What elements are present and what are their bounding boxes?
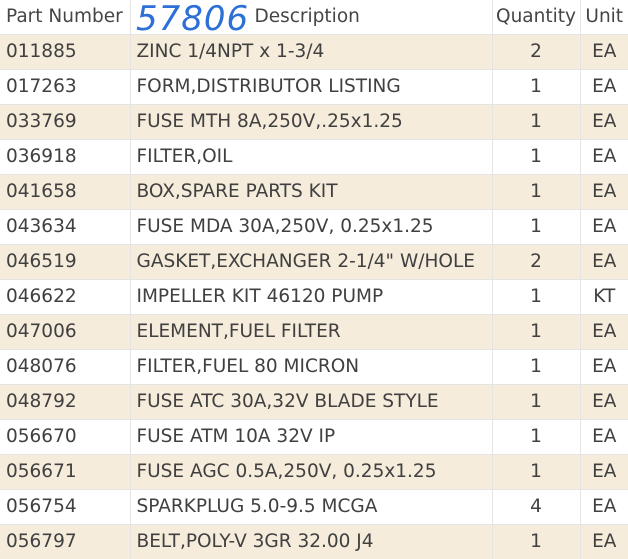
- cell-description: FUSE ATC 30A,32V BLADE STYLE: [130, 385, 492, 420]
- cell-description: SPARKPLUG 5.0-9.5 MCGA: [130, 490, 492, 525]
- cell-quantity: 1: [492, 455, 580, 490]
- cell-part-number: 048792: [0, 385, 130, 420]
- header-part-number: Part Number: [0, 0, 130, 35]
- cell-part-number: 047006: [0, 315, 130, 350]
- cell-unit: EA: [580, 140, 628, 175]
- cell-quantity: 1: [492, 525, 580, 559]
- header-quantity: Quantity: [492, 0, 580, 35]
- header-row: Part Number Description Quantity Unit: [0, 0, 628, 35]
- cell-quantity: 2: [492, 35, 580, 70]
- cell-unit: EA: [580, 315, 628, 350]
- cell-part-number: 033769: [0, 105, 130, 140]
- cell-part-number: 056797: [0, 525, 130, 559]
- cell-description: FUSE ATM 10A 32V IP: [130, 420, 492, 455]
- cell-quantity: 1: [492, 210, 580, 245]
- table-row: 056797BELT,POLY-V 3GR 32.00 J41EA: [0, 525, 628, 559]
- cell-description: BELT,POLY-V 3GR 32.00 J4: [130, 525, 492, 559]
- cell-part-number: 056754: [0, 490, 130, 525]
- cell-unit: EA: [580, 35, 628, 70]
- cell-quantity: 1: [492, 140, 580, 175]
- cell-quantity: 2: [492, 245, 580, 280]
- table-row: 056754SPARKPLUG 5.0-9.5 MCGA4EA: [0, 490, 628, 525]
- cell-unit: EA: [580, 70, 628, 105]
- table-body: 011885ZINC 1/4NPT x 1-3/42EA017263FORM,D…: [0, 35, 628, 559]
- cell-quantity: 1: [492, 315, 580, 350]
- cell-unit: EA: [580, 245, 628, 280]
- cell-quantity: 1: [492, 105, 580, 140]
- cell-quantity: 1: [492, 175, 580, 210]
- cell-description: BOX,SPARE PARTS KIT: [130, 175, 492, 210]
- cell-unit: EA: [580, 210, 628, 245]
- cell-description: FILTER,FUEL 80 MICRON: [130, 350, 492, 385]
- cell-unit: KT: [580, 280, 628, 315]
- cell-part-number: 036918: [0, 140, 130, 175]
- cell-unit: EA: [580, 105, 628, 140]
- table-row: 056671FUSE AGC 0.5A,250V, 0.25x1.251EA: [0, 455, 628, 490]
- table-row: 046519GASKET,EXCHANGER 2-1/4" W/HOLE2EA: [0, 245, 628, 280]
- cell-unit: EA: [580, 350, 628, 385]
- cell-part-number: 056671: [0, 455, 130, 490]
- cell-description: FUSE MDA 30A,250V, 0.25x1.25: [130, 210, 492, 245]
- table-row: 046622IMPELLER KIT 46120 PUMP1KT: [0, 280, 628, 315]
- cell-description: FILTER,OIL: [130, 140, 492, 175]
- table-row: 056670FUSE ATM 10A 32V IP1EA: [0, 420, 628, 455]
- cell-unit: EA: [580, 525, 628, 559]
- cell-description: IMPELLER KIT 46120 PUMP: [130, 280, 492, 315]
- header-description-label: Description: [255, 6, 360, 27]
- header-unit: Unit: [580, 0, 628, 35]
- cell-unit: EA: [580, 490, 628, 525]
- cell-part-number: 043634: [0, 210, 130, 245]
- cell-description: GASKET,EXCHANGER 2-1/4" W/HOLE: [130, 245, 492, 280]
- cell-unit: EA: [580, 175, 628, 210]
- table-row: 048792FUSE ATC 30A,32V BLADE STYLE1EA: [0, 385, 628, 420]
- table-row: 017263FORM,DISTRIBUTOR LISTING1EA: [0, 70, 628, 105]
- parts-table: Part Number Description Quantity Unit 01…: [0, 0, 628, 559]
- table-row: 048076FILTER,FUEL 80 MICRON1EA: [0, 350, 628, 385]
- cell-part-number: 011885: [0, 35, 130, 70]
- cell-part-number: 041658: [0, 175, 130, 210]
- cell-quantity: 4: [492, 490, 580, 525]
- table-row: 036918FILTER,OIL1EA: [0, 140, 628, 175]
- cell-part-number: 048076: [0, 350, 130, 385]
- cell-part-number: 046519: [0, 245, 130, 280]
- cell-quantity: 1: [492, 280, 580, 315]
- table-row: 033769FUSE MTH 8A,250V,.25x1.251EA: [0, 105, 628, 140]
- cell-quantity: 1: [492, 350, 580, 385]
- table-row: 011885ZINC 1/4NPT x 1-3/42EA: [0, 35, 628, 70]
- cell-part-number: 017263: [0, 70, 130, 105]
- table-row: 047006ELEMENT,FUEL FILTER1EA: [0, 315, 628, 350]
- table-row: 041658BOX,SPARE PARTS KIT1EA: [0, 175, 628, 210]
- handwritten-note: 57806: [132, 0, 256, 38]
- cell-unit: EA: [580, 420, 628, 455]
- cell-description: ZINC 1/4NPT x 1-3/4: [130, 35, 492, 70]
- table-row: 043634FUSE MDA 30A,250V, 0.25x1.251EA: [0, 210, 628, 245]
- cell-unit: EA: [580, 455, 628, 490]
- cell-quantity: 1: [492, 420, 580, 455]
- cell-quantity: 1: [492, 70, 580, 105]
- cell-description: FORM,DISTRIBUTOR LISTING: [130, 70, 492, 105]
- cell-part-number: 056670: [0, 420, 130, 455]
- cell-part-number: 046622: [0, 280, 130, 315]
- cell-description: FUSE MTH 8A,250V,.25x1.25: [130, 105, 492, 140]
- cell-description: ELEMENT,FUEL FILTER: [130, 315, 492, 350]
- cell-quantity: 1: [492, 385, 580, 420]
- handwritten-note-text: 57806: [136, 0, 249, 38]
- cell-description: FUSE AGC 0.5A,250V, 0.25x1.25: [130, 455, 492, 490]
- cell-unit: EA: [580, 385, 628, 420]
